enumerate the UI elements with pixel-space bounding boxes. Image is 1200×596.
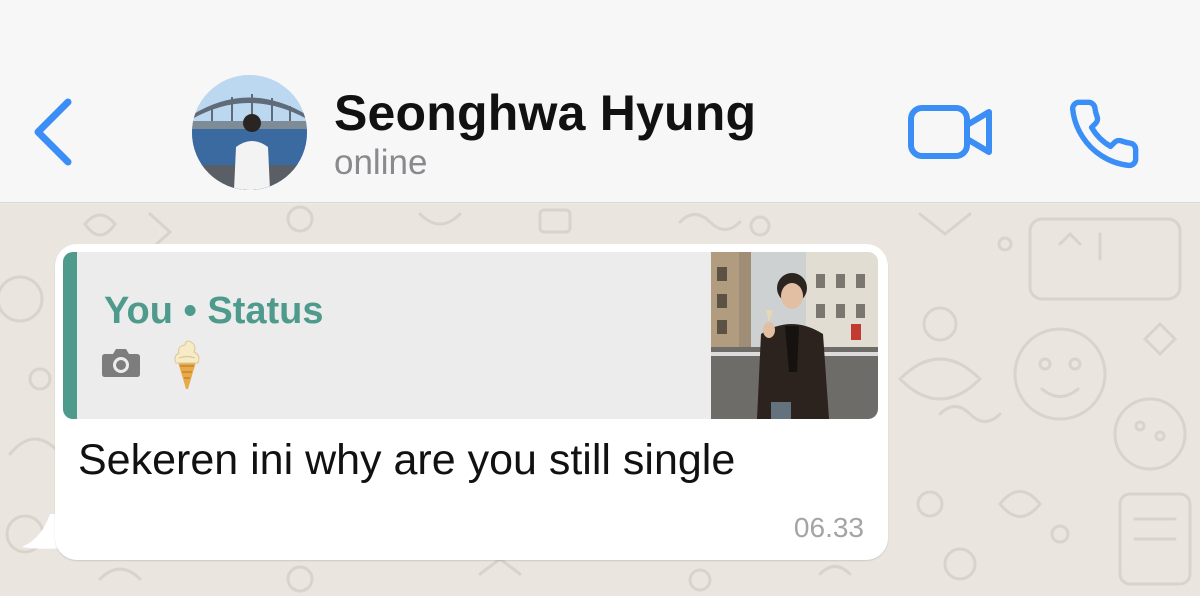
contact-name[interactable]: Seonghwa Hyung — [334, 84, 756, 142]
contact-avatar[interactable] — [192, 75, 307, 190]
quote-title: You • Status — [104, 290, 324, 332]
avatar-photo — [192, 75, 307, 190]
quote-accent-bar — [63, 252, 77, 419]
phone-icon — [1070, 99, 1139, 169]
back-button[interactable] — [22, 92, 82, 172]
video-camera-icon — [908, 105, 992, 159]
message-text: Sekeren ini why are you still single — [78, 436, 736, 484]
camera-icon — [102, 349, 140, 377]
status-thumbnail — [711, 252, 878, 419]
contact-status: online — [334, 143, 428, 182]
video-call-button[interactable] — [905, 100, 997, 164]
soft-ice-cream-icon — [174, 340, 200, 389]
status-photo — [711, 252, 878, 419]
message-bubble[interactable]: You • Status Sekeren ini why are you sti… — [55, 244, 888, 560]
chat-header: Seonghwa Hyung online — [0, 0, 1200, 203]
status-reply-quote[interactable]: You • Status — [63, 252, 878, 419]
voice-call-button[interactable] — [1066, 96, 1142, 172]
message-timestamp: 06.33 — [793, 512, 864, 543]
chevron-left-icon — [34, 98, 72, 166]
chat-area[interactable]: You • Status Sekeren ini why are you sti… — [0, 204, 1200, 596]
